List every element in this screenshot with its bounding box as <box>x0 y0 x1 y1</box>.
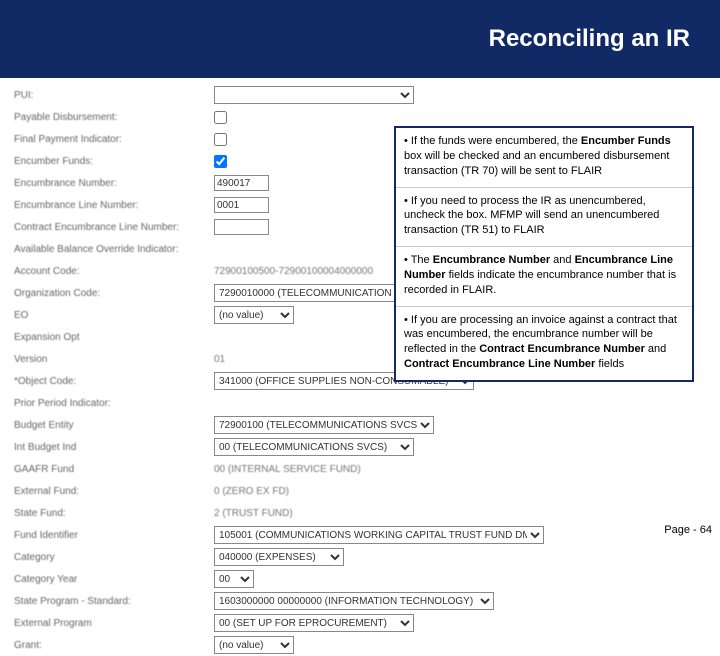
label-category-year: Category Year <box>14 574 214 585</box>
pui-select[interactable] <box>214 86 414 104</box>
grant-select[interactable]: (no value) <box>214 636 294 654</box>
row-category-year: Category Year 00 <box>14 568 640 590</box>
fund-identifier-select[interactable]: 105001 (COMMUNICATIONS WORKING CAPITAL T… <box>214 526 544 544</box>
int-budget-ind-select[interactable]: 00 (TELECOMMUNICATIONS SVCS) <box>214 438 414 456</box>
page-footer: Page - 64 <box>664 524 712 536</box>
encumbrance-line-number-input[interactable] <box>214 197 269 213</box>
title-bar: Reconciling an IR <box>0 0 720 78</box>
page-title: Reconciling an IR <box>489 25 690 53</box>
external-fund-value: 0 (ZERO EX FD) <box>214 486 289 497</box>
row-state-program-standard: State Program - Standard: 1603000000 000… <box>14 590 640 612</box>
label-pui: PUI: <box>14 90 214 101</box>
budget-entity-select[interactable]: 72900100 (TELECOMMUNICATIONS SVCS) <box>214 416 434 434</box>
gaafr-fund-value: 00 (INTERNAL SERVICE FUND) <box>214 464 361 475</box>
label-int-budget-ind: Int Budget Ind <box>14 442 214 453</box>
account-code-value: 72900100500-72900100004000000 <box>214 266 373 277</box>
label-budget-entity: Budget Entity <box>14 420 214 431</box>
eo-select[interactable]: (no value) <box>214 306 294 324</box>
label-eo: EO <box>14 310 214 321</box>
callout-bullet-3: • The Encumbrance Number and Encumbrance… <box>396 247 692 307</box>
label-encumbrance-line-number: Encumbrance Line Number: <box>14 200 214 211</box>
label-state-fund: State Fund: <box>14 508 214 519</box>
label-object-code: *Object Code: <box>14 376 214 387</box>
row-budget-entity: Budget Entity 72900100 (TELECOMMUNICATIO… <box>14 414 640 436</box>
label-grant: Grant: <box>14 640 214 651</box>
callout-bullet-1: • If the funds were encumbered, the Encu… <box>396 128 692 188</box>
row-external-fund: External Fund: 0 (ZERO EX FD) <box>14 480 640 502</box>
label-prior-period-indicator: Prior Period Indicator: <box>14 398 214 409</box>
row-external-program: External Program 00 (SET UP FOR EPROCURE… <box>14 612 640 634</box>
callout-bullet-2: • If you need to process the IR as unenc… <box>396 188 692 248</box>
label-available-balance-override: Available Balance Override Indicator: <box>14 244 214 255</box>
label-encumber-funds: Encumber Funds: <box>14 156 214 167</box>
label-account-code: Account Code: <box>14 266 214 277</box>
payable-disbursement-checkbox[interactable] <box>214 111 227 124</box>
state-fund-value: 2 (TRUST FUND) <box>214 508 293 519</box>
label-encumbrance-number: Encumbrance Number: <box>14 178 214 189</box>
version-value: 01 <box>214 354 225 365</box>
label-fund-identifier: Fund Identifier <box>14 530 214 541</box>
category-select[interactable]: 040000 (EXPENSES) <box>214 548 344 566</box>
label-category: Category <box>14 552 214 563</box>
callout-bullet-4: • If you are processing an invoice again… <box>396 307 692 380</box>
label-contract-encumbrance-line-number: Contract Encumbrance Line Number: <box>14 222 214 233</box>
label-version: Version <box>14 354 214 365</box>
label-organization-code: Organization Code: <box>14 288 214 299</box>
label-external-fund: External Fund: <box>14 486 214 497</box>
label-gaafr-fund: GAAFR Fund <box>14 464 214 475</box>
row-payable-disbursement: Payable Disbursement: <box>14 106 640 128</box>
callout-box: • If the funds were encumbered, the Encu… <box>394 126 694 382</box>
label-payable-disbursement: Payable Disbursement: <box>14 112 214 123</box>
row-category: Category 040000 (EXPENSES) <box>14 546 640 568</box>
external-program-select[interactable]: 00 (SET UP FOR EPROCUREMENT) <box>214 614 414 632</box>
label-state-program-standard: State Program - Standard: <box>14 596 214 607</box>
encumbrance-number-input[interactable] <box>214 175 269 191</box>
row-prior-period-indicator: Prior Period Indicator: <box>14 392 640 414</box>
state-program-standard-select[interactable]: 1603000000 00000000 (INFORMATION TECHNOL… <box>214 592 494 610</box>
row-grant: Grant: (no value) <box>14 634 640 656</box>
row-int-budget-ind: Int Budget Ind 00 (TELECOMMUNICATIONS SV… <box>14 436 640 458</box>
encumber-funds-checkbox[interactable] <box>214 155 227 168</box>
row-pui: PUI: <box>14 84 640 106</box>
row-state-fund: State Fund: 2 (TRUST FUND) <box>14 502 640 524</box>
label-external-program: External Program <box>14 618 214 629</box>
label-expansion-opt: Expansion Opt <box>14 332 214 343</box>
category-year-select[interactable]: 00 <box>214 570 254 588</box>
contract-encumbrance-line-number-input[interactable] <box>214 219 269 235</box>
final-payment-indicator-checkbox[interactable] <box>214 133 227 146</box>
label-final-payment-indicator: Final Payment Indicator: <box>14 134 214 145</box>
row-gaafr-fund: GAAFR Fund 00 (INTERNAL SERVICE FUND) <box>14 458 640 480</box>
row-fund-identifier: Fund Identifier 105001 (COMMUNICATIONS W… <box>14 524 640 546</box>
